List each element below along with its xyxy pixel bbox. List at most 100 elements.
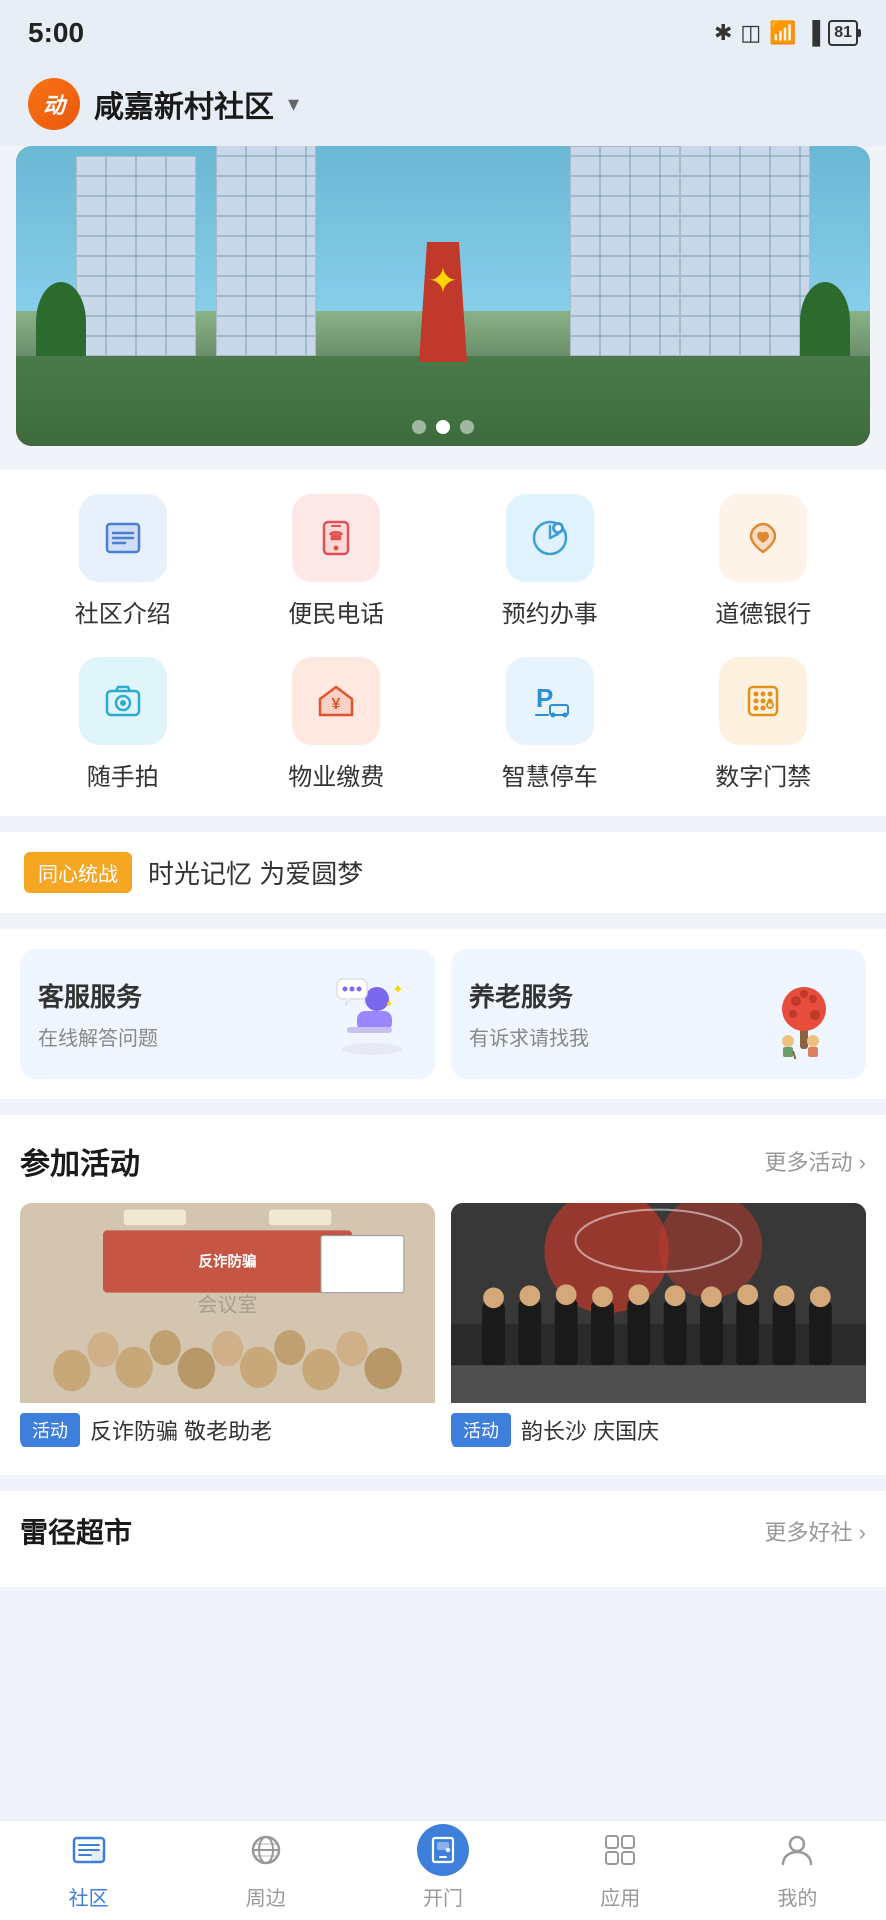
community-title: 咸嘉新村社区 [94,82,274,126]
header: 动 咸嘉新村社区 ▾ [0,60,886,146]
activity-image-1: 反诈防骗 [20,1203,435,1403]
nav-item-profile[interactable]: 我的 [709,1824,886,1911]
bottom-preview-section: 雷径超市 更多好社 › [0,1491,886,1587]
nav-item-open-door[interactable]: 开门 [354,1824,531,1911]
banner-scene: ✦ [16,146,870,446]
elderly-service-sub: 有诉求请找我 [469,1022,589,1051]
logo-text: 动 [43,88,65,120]
grid-item-community-intro[interactable]: 社区介绍 [16,494,230,629]
app-logo: 动 [28,78,80,130]
tag-section: 同心统战 时光记忆 为爱圆梦 [0,832,886,913]
digital-gate-icon-box [719,657,807,745]
activity-badge-1: 活动 [20,1413,80,1447]
activity-name-1: 反诈防骗 敬老助老 [90,1414,272,1446]
property-fee-icon-box: ¥ [292,657,380,745]
status-icons: ✱ ◫ 📶 ▐ 81 [714,20,858,46]
activities-section: 参加活动 更多活动 › 反诈防骗 [0,1115,886,1475]
activity-card-1[interactable]: 反诈防骗 [20,1203,435,1451]
property-fee-label: 物业缴费 [288,757,384,792]
nav-label-nearby: 周边 [246,1882,286,1911]
building-1 [76,156,196,356]
chevron-down-icon[interactable]: ▾ [288,91,299,117]
nav-icon-nearby [240,1824,292,1876]
wifi-icon: 📶 [769,20,796,46]
activity-footer-1: 活动 反诈防骗 敬老助老 [20,1403,435,1451]
nav-icon-profile [771,1824,823,1876]
activity-grid: 反诈防骗 [20,1203,866,1451]
moral-bank-label: 道德银行 [715,594,811,629]
service-card-elderly[interactable]: 养老服务 有诉求请找我 [451,949,866,1079]
grid-item-appointment[interactable]: 预约办事 [443,494,657,629]
grid-item-parking[interactable]: P 智慧停车 [443,657,657,792]
bottom-navigation: 社区 周边 开门 [0,1820,886,1920]
elderly-service-image [758,969,848,1059]
phone-label: 便民电话 [288,594,384,629]
battery-indicator: 81 [828,20,858,46]
nav-item-apps[interactable]: 应用 [532,1824,709,1911]
icon-grid: 社区介绍 ☎ 便民电话 [16,494,870,792]
community-intro-label: 社区介绍 [75,594,171,629]
grid-item-phone[interactable]: ☎ 便民电话 [230,494,444,629]
nav-label-open-door: 开门 [423,1882,463,1911]
activity-footer-2: 活动 韵长沙 庆国庆 [451,1403,866,1451]
banner-dot-3[interactable] [460,420,474,434]
customer-service-title: 客服服务 [38,977,158,1014]
banner-carousel[interactable]: ✦ [16,146,870,446]
svg-text:反诈防骗: 反诈防骗 [198,1253,256,1271]
tag-badge[interactable]: 同心统战 [24,852,132,893]
banner-dots [412,420,474,434]
signal-icon: ▐ [805,20,821,46]
elderly-service-title: 养老服务 [469,977,589,1014]
activity-card-2[interactable]: 活动 韵长沙 庆国庆 [451,1203,866,1451]
photo-label: 随手拍 [87,757,159,792]
nav-item-nearby[interactable]: 周边 [177,1824,354,1911]
nav-icon-apps [594,1824,646,1876]
grid-item-digital-gate[interactable]: 数字门禁 [657,657,871,792]
bottom-preview-header: 雷径超市 更多好社 › [20,1511,866,1551]
nav-label-community: 社区 [69,1882,109,1911]
bottom-preview-title: 雷径超市 [20,1511,132,1551]
phone-icon-box: ☎ [292,494,380,582]
nfc-icon: ◫ [740,20,761,46]
svg-text:¥: ¥ [332,696,341,713]
nav-icon-open-door [417,1824,469,1876]
grid-item-moral-bank[interactable]: 道德银行 [657,494,871,629]
svg-text:☎: ☎ [329,529,344,543]
moral-bank-icon-box [719,494,807,582]
activities-header: 参加活动 更多活动 › [20,1139,866,1183]
grid-item-photo[interactable]: 随手拍 [16,657,230,792]
nav-item-community[interactable]: 社区 [0,1824,177,1911]
banner-dot-1[interactable] [412,420,426,434]
bluetooth-icon: ✱ [714,20,732,46]
activity-badge-2: 活动 [451,1413,511,1447]
activity-name-2: 韵长沙 庆国庆 [521,1414,659,1446]
icon-grid-section: 社区介绍 ☎ 便民电话 [0,470,886,816]
banner-star: ✦ [428,260,458,302]
tree-left [36,282,86,362]
bottom-preview-more[interactable]: 更多好社 › [765,1515,866,1547]
appointment-label: 预约办事 [502,594,598,629]
appointment-icon-box [506,494,594,582]
tree-right [800,282,850,362]
activities-more-button[interactable]: 更多活动 › [765,1145,866,1177]
status-time: 5:00 [28,17,84,49]
parking-label: 智慧停车 [502,757,598,792]
tag-text: 时光记忆 为爱圆梦 [148,854,363,891]
building-2 [216,146,316,356]
parking-icon-box: P [506,657,594,745]
status-bar: 5:00 ✱ ◫ 📶 ▐ 81 [0,0,886,60]
nav-label-apps: 应用 [600,1882,640,1911]
building-3 [680,146,810,356]
photo-icon-box [79,657,167,745]
nav-icon-community [63,1824,115,1876]
service-card-customer[interactable]: 客服服务 在线解答问题 ✦ ✦ [20,949,435,1079]
banner-dot-2[interactable] [436,420,450,434]
svg-text:✦: ✦ [385,999,393,1010]
elderly-service-text: 养老服务 有诉求请找我 [469,977,589,1051]
customer-service-text: 客服服务 在线解答问题 [38,977,158,1051]
activity-image-2 [451,1203,866,1403]
grid-item-property-fee[interactable]: ¥ 物业缴费 [230,657,444,792]
service-section: 客服服务 在线解答问题 ✦ ✦ [0,929,886,1099]
nav-label-profile: 我的 [777,1882,817,1911]
customer-service-sub: 在线解答问题 [38,1022,158,1051]
